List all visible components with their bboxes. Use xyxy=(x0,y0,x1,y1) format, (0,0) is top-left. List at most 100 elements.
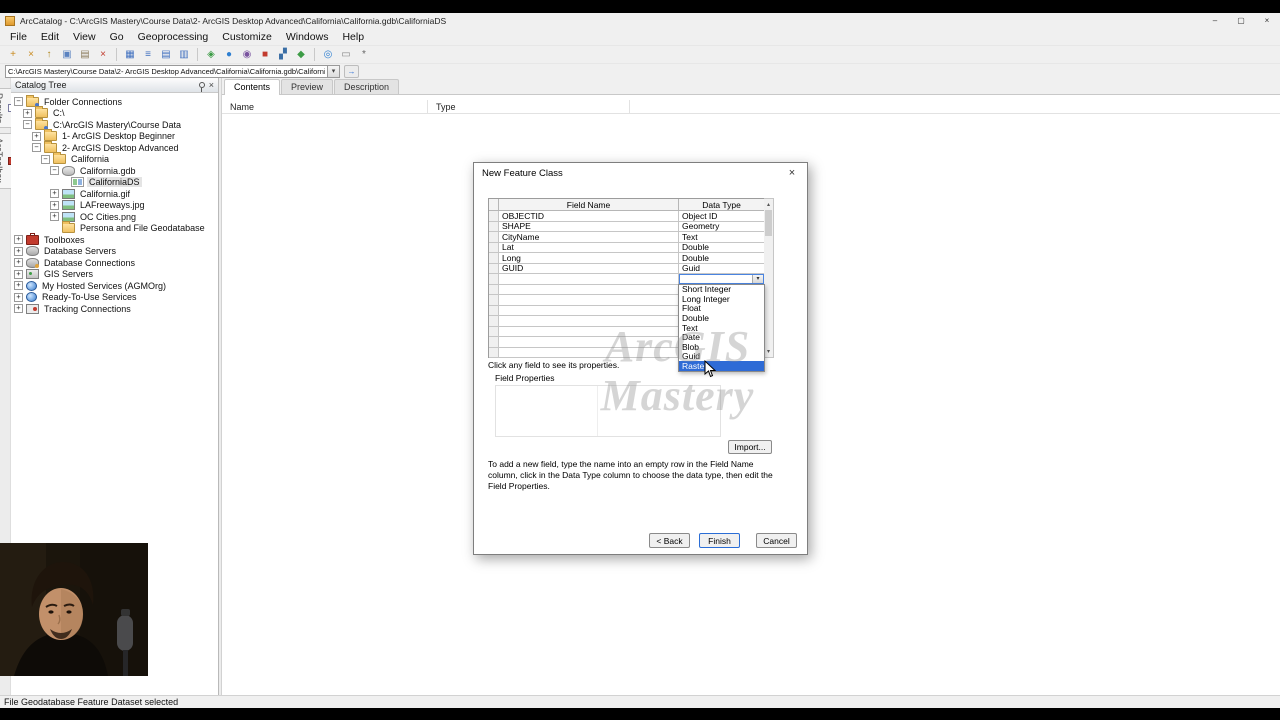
dropdown-option-raster[interactable]: Raster xyxy=(679,361,764,371)
grid-row-4[interactable]: Lat Double xyxy=(489,242,765,253)
tree-item-tracking-connections[interactable]: + Tracking Connections xyxy=(11,303,218,315)
tree-item-californiads[interactable]: CaliforniaDS xyxy=(11,177,218,189)
dropdown-option-float[interactable]: Float xyxy=(679,304,764,314)
tree-item-california-gdb[interactable]: − California.gdb xyxy=(11,165,218,177)
row-selector[interactable] xyxy=(489,326,499,337)
field-name-cell[interactable]: SHAPE xyxy=(499,221,679,232)
collapse-icon[interactable]: − xyxy=(23,120,32,130)
tree-item-gis-servers[interactable]: + GIS Servers xyxy=(11,269,218,281)
row-selector[interactable] xyxy=(489,253,499,264)
pin-icon[interactable] xyxy=(198,82,205,92)
field-name-cell[interactable] xyxy=(499,295,679,306)
menu-edit[interactable]: Edit xyxy=(34,30,66,44)
paste-icon[interactable]: ▤ xyxy=(76,47,94,63)
field-name-cell[interactable] xyxy=(499,305,679,316)
tree-item-california-gif[interactable]: + California.gif xyxy=(11,188,218,200)
dropdown-option-blob[interactable]: Blob xyxy=(679,342,764,352)
collapse-icon[interactable]: − xyxy=(41,154,50,164)
menu-geoprocessing[interactable]: Geoprocessing xyxy=(131,30,216,44)
menu-help[interactable]: Help xyxy=(335,30,371,44)
row-selector[interactable] xyxy=(489,242,499,253)
dropdown-option-double[interactable]: Double xyxy=(679,313,764,323)
menu-windows[interactable]: Windows xyxy=(279,30,336,44)
tree-item-ready-to-use-services[interactable]: + Ready-To-Use Services xyxy=(11,292,218,304)
field-name-cell[interactable] xyxy=(499,347,679,358)
row-selector[interactable] xyxy=(489,295,499,306)
grid-row-2[interactable]: SHAPE Geometry xyxy=(489,221,765,232)
field-name-cell[interactable]: Long xyxy=(499,253,679,264)
metadata-icon[interactable]: ▭ xyxy=(337,47,355,63)
dropdown-option-text[interactable]: Text xyxy=(679,323,764,333)
expand-icon[interactable]: + xyxy=(23,108,32,118)
scrollbar-thumb[interactable] xyxy=(765,210,772,236)
data-type-cell[interactable]: Double xyxy=(679,253,765,264)
grid-scrollbar[interactable] xyxy=(764,198,774,358)
column-header-type[interactable]: Type xyxy=(428,100,630,113)
address-input[interactable] xyxy=(5,64,327,78)
tree-item-toolboxes[interactable]: + Toolboxes xyxy=(11,232,218,246)
field-name-cell[interactable] xyxy=(499,326,679,337)
field-name-cell[interactable] xyxy=(499,337,679,348)
field-name-cell[interactable] xyxy=(499,274,679,285)
menu-go[interactable]: Go xyxy=(103,30,131,44)
copy-icon[interactable]: ▣ xyxy=(58,47,76,63)
field-name-cell[interactable] xyxy=(499,316,679,327)
field-name-cell[interactable] xyxy=(499,284,679,295)
search-icon[interactable]: ◎ xyxy=(319,47,337,63)
field-name-cell[interactable]: OBJECTID xyxy=(499,211,679,222)
dropdown-option-guid[interactable]: Guid xyxy=(679,352,764,362)
tree-item-2-arcgis-desktop-advanced[interactable]: − 2- ArcGIS Desktop Advanced xyxy=(11,140,218,154)
row-selector[interactable] xyxy=(489,221,499,232)
expand-icon[interactable]: + xyxy=(14,304,23,314)
row-selector[interactable] xyxy=(489,305,499,316)
arctoolbox-icon[interactable]: ■ xyxy=(256,47,274,63)
dropdown-option-long-integer[interactable]: Long Integer xyxy=(679,294,764,304)
column-header-name[interactable]: Name xyxy=(222,100,428,113)
details-view-icon[interactable]: ▤ xyxy=(157,47,175,63)
up-one-level-icon[interactable]: ↑ xyxy=(40,47,58,63)
collapse-icon[interactable]: − xyxy=(50,166,59,176)
data-type-cell[interactable]: Text xyxy=(679,232,765,243)
field-properties-grid[interactable] xyxy=(495,385,721,437)
expand-icon[interactable]: + xyxy=(14,269,23,279)
tab-description[interactable]: Description xyxy=(334,79,400,94)
grid-row-1[interactable]: OBJECTID Object ID xyxy=(489,211,765,222)
tree-item-1-arcgis-desktop-beginner[interactable]: +1- ArcGIS Desktop Beginner xyxy=(11,129,218,143)
scroll-down-button[interactable] xyxy=(764,346,773,357)
expand-icon[interactable]: + xyxy=(14,235,23,245)
data-type-cell[interactable]: Guid xyxy=(679,263,765,274)
launch-arcmap-icon[interactable]: ◈ xyxy=(202,47,220,63)
back-button[interactable]: < Back xyxy=(649,533,690,548)
expand-icon[interactable]: + xyxy=(14,246,23,256)
tree-item-c-arcgis-mastery-course-data[interactable]: − C:\ArcGIS Mastery\Course Data xyxy=(11,117,218,131)
tree-item-lafreeways-jpg[interactable]: + LAFreeways.jpg xyxy=(11,200,218,212)
list-view-icon[interactable]: ≡ xyxy=(139,47,157,63)
close-button[interactable]: × xyxy=(1254,13,1280,28)
tree-item-my-hosted-services-agmorg[interactable]: + My Hosted Services (AGMOrg) xyxy=(11,280,218,292)
row-selector[interactable] xyxy=(489,337,499,348)
data-type-cell[interactable]: Double xyxy=(679,242,765,253)
tab-preview[interactable]: Preview xyxy=(281,79,334,94)
close-panel-icon[interactable] xyxy=(209,81,214,90)
launch-arcglobe-icon[interactable]: ● xyxy=(220,47,238,63)
row-selector[interactable] xyxy=(489,232,499,243)
dropdown-option-short-integer[interactable]: Short Integer xyxy=(679,285,764,295)
tree-item-database-connections[interactable]: + Database Connections xyxy=(11,257,218,269)
row-selector[interactable] xyxy=(489,347,499,358)
address-dropdown-button[interactable] xyxy=(327,64,340,78)
connect-folder-icon[interactable]: + xyxy=(4,47,22,63)
datatype-combobox[interactable] xyxy=(679,274,764,284)
field-name-cell[interactable]: CityName xyxy=(499,232,679,243)
title-bar[interactable]: ArcCatalog - C:\ArcGIS Mastery\Course Da… xyxy=(0,13,1280,28)
expand-icon[interactable]: + xyxy=(50,200,59,210)
field-name-cell[interactable]: GUID xyxy=(499,263,679,274)
row-selector[interactable] xyxy=(489,263,499,274)
dialog-close-button[interactable] xyxy=(777,163,807,183)
address-go-button[interactable] xyxy=(344,64,359,78)
collapse-icon[interactable]: − xyxy=(14,97,23,107)
field-name-cell[interactable]: Lat xyxy=(499,242,679,253)
row-selector[interactable] xyxy=(489,284,499,295)
expand-icon[interactable]: + xyxy=(14,258,23,268)
expand-icon[interactable]: + xyxy=(32,131,41,141)
minimize-button[interactable]: – xyxy=(1202,13,1228,28)
